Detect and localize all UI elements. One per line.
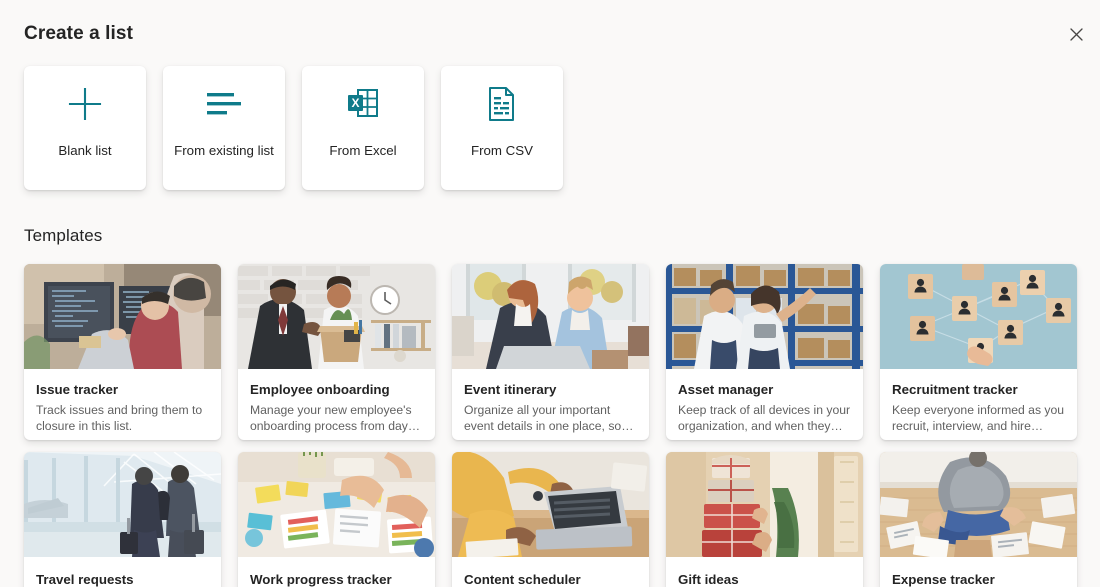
template-name: Expense tracker — [892, 572, 995, 587]
create-option-from-excel[interactable]: X From Excel — [302, 66, 424, 190]
create-option-label: Blank list — [58, 143, 112, 158]
close-button[interactable] — [1060, 18, 1092, 50]
template-text: Recruitment tracker Keep everyone inform… — [880, 369, 1077, 434]
template-card-travel-requests[interactable]: Travel requests — [24, 452, 221, 587]
template-card-event-itinerary[interactable]: Event itinerary Organize all your import… — [452, 264, 649, 440]
template-text: Gift ideas — [666, 557, 863, 587]
template-thumbnail — [880, 452, 1077, 557]
templates-section-title: Templates — [24, 226, 103, 245]
template-description: Keep track of all devices in your organi… — [678, 403, 851, 433]
excel-icon: X — [303, 67, 423, 129]
template-thumbnail — [452, 264, 649, 369]
template-description: Manage your new employee's onboarding pr… — [250, 403, 412, 433]
template-thumbnail — [666, 264, 863, 369]
template-text: Work progress tracker — [238, 557, 435, 587]
template-name: Employee onboarding — [250, 382, 390, 397]
create-option-blank-list[interactable]: Blank list — [24, 66, 146, 190]
template-name: Travel requests — [36, 572, 134, 587]
template-thumbnail — [666, 452, 863, 557]
template-thumbnail — [452, 452, 649, 557]
svg-text:X: X — [351, 96, 359, 110]
template-thumbnail — [880, 264, 1077, 369]
template-card-issue-tracker[interactable]: Issue tracker Track issues and bring the… — [24, 264, 221, 440]
template-description: Track issues and bring them to closure i… — [36, 403, 203, 433]
template-name: Gift ideas — [678, 572, 739, 587]
template-description: Keep everyone informed as you recruit, i… — [892, 403, 1065, 433]
create-option-label: From CSV — [470, 143, 534, 158]
template-text: Issue tracker Track issues and bring the… — [24, 369, 221, 434]
create-a-list-dialog: Create a list Blank list From existing l… — [0, 0, 1100, 587]
template-name: Event itinerary — [464, 382, 557, 397]
template-text: Event itinerary Organize all your import… — [452, 369, 649, 434]
template-card-expense-tracker[interactable]: Expense tracker — [880, 452, 1077, 587]
create-option-from-existing-list[interactable]: From existing list — [163, 66, 285, 190]
template-card-asset-manager[interactable]: Asset manager Keep track of all devices … — [666, 264, 863, 440]
template-card-employee-onboarding[interactable]: Employee onboarding Manage your new empl… — [238, 264, 435, 440]
template-text: Asset manager Keep track of all devices … — [666, 369, 863, 434]
template-thumbnail — [238, 452, 435, 557]
template-card-content-scheduler[interactable]: Content scheduler — [452, 452, 649, 587]
create-options-row: Blank list From existing list X From Exc… — [24, 66, 563, 190]
template-name: Recruitment tracker — [892, 382, 1018, 397]
template-card-work-progress-tracker[interactable]: Work progress tracker — [238, 452, 435, 587]
templates-grid: Issue tracker Track issues and bring the… — [24, 264, 1077, 587]
template-text: Employee onboarding Manage your new empl… — [238, 369, 435, 434]
template-name: Content scheduler — [464, 572, 581, 587]
create-option-label: From Excel — [329, 143, 397, 158]
template-name: Asset manager — [678, 382, 774, 397]
plus-icon — [25, 67, 145, 129]
create-option-from-csv[interactable]: From CSV — [441, 66, 563, 190]
template-description: Organize all your important event detail… — [464, 403, 622, 433]
template-text: Expense tracker — [880, 557, 1077, 587]
csv-document-icon — [442, 67, 562, 129]
page-title: Create a list — [24, 23, 134, 44]
template-name: Issue tracker — [36, 382, 119, 397]
template-card-gift-ideas[interactable]: Gift ideas — [666, 452, 863, 587]
template-card-recruitment-tracker[interactable]: Recruitment tracker Keep everyone inform… — [880, 264, 1077, 440]
template-thumbnail — [238, 264, 435, 369]
list-lines-icon — [164, 67, 284, 129]
template-text: Travel requests — [24, 557, 221, 587]
close-icon — [1069, 27, 1083, 41]
create-option-label: From existing list — [174, 143, 274, 158]
template-thumbnail — [24, 452, 221, 557]
template-name: Work progress tracker — [250, 572, 392, 587]
template-text: Content scheduler — [452, 557, 649, 587]
template-thumbnail — [24, 264, 221, 369]
